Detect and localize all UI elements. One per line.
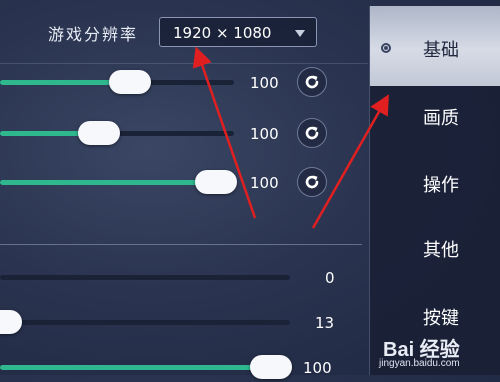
slider-value: 100: [250, 125, 279, 143]
slider-row-6: 100: [0, 352, 368, 382]
tab-graphics[interactable]: 画质: [370, 96, 500, 136]
slider-handle[interactable]: [108, 70, 151, 94]
baidu-watermark: Bai 经验 jingyan.baidu.com: [379, 333, 460, 369]
section-divider: [0, 244, 362, 245]
slider-handle[interactable]: [195, 170, 238, 194]
reset-button[interactable]: [297, 167, 327, 197]
tab-label: 按键: [423, 308, 459, 329]
slider-row-4: 0: [0, 262, 368, 292]
slider-fill: [0, 365, 270, 370]
section-separator-top: [0, 63, 368, 64]
slider-value: 100: [250, 174, 279, 192]
tab-label: 画质: [423, 108, 459, 129]
tab-keybinds[interactable]: 按键: [370, 296, 500, 336]
tab-label: 基础: [423, 40, 459, 61]
slider-value: 100: [250, 74, 279, 92]
slider-track[interactable]: [0, 275, 290, 280]
tab-other[interactable]: 其他: [370, 228, 500, 268]
reset-button[interactable]: [297, 118, 327, 148]
refresh-icon: [305, 75, 319, 89]
slider-track[interactable]: [0, 320, 290, 325]
tab-label: 其他: [423, 240, 459, 261]
chevron-down-icon: [295, 30, 305, 37]
refresh-icon: [305, 126, 319, 140]
slider-handle[interactable]: [78, 121, 121, 145]
resolution-label: 游戏分辨率: [48, 25, 139, 44]
target-icon: [381, 43, 391, 53]
refresh-icon: [305, 175, 319, 189]
slider-fill: [0, 180, 216, 185]
slider-row-1: 100: [0, 67, 368, 97]
slider-value: 0: [325, 269, 335, 287]
settings-panel: 游戏分辨率 1920 × 1080 100 100 100 0 13 100: [0, 0, 368, 379]
tab-label: 操作: [423, 175, 459, 196]
resolution-value: 1920 × 1080: [173, 24, 272, 42]
tab-controls[interactable]: 操作: [370, 163, 500, 203]
slider-row-2: 100: [0, 118, 368, 148]
slider-track[interactable]: [0, 365, 290, 370]
settings-sidebar: 基础 画质 操作 其他 按键: [369, 6, 500, 375]
watermark-url: jingyan.baidu.com: [379, 358, 460, 369]
slider-row-5: 13: [0, 307, 368, 337]
slider-handle[interactable]: [249, 355, 292, 379]
resolution-dropdown[interactable]: 1920 × 1080: [159, 17, 317, 47]
slider-handle[interactable]: [0, 310, 22, 334]
reset-button[interactable]: [297, 67, 327, 97]
slider-row-3: 100: [0, 167, 368, 197]
tab-basic[interactable]: 基础: [370, 6, 500, 86]
slider-value: 100: [303, 359, 332, 377]
slider-value: 13: [315, 314, 335, 332]
